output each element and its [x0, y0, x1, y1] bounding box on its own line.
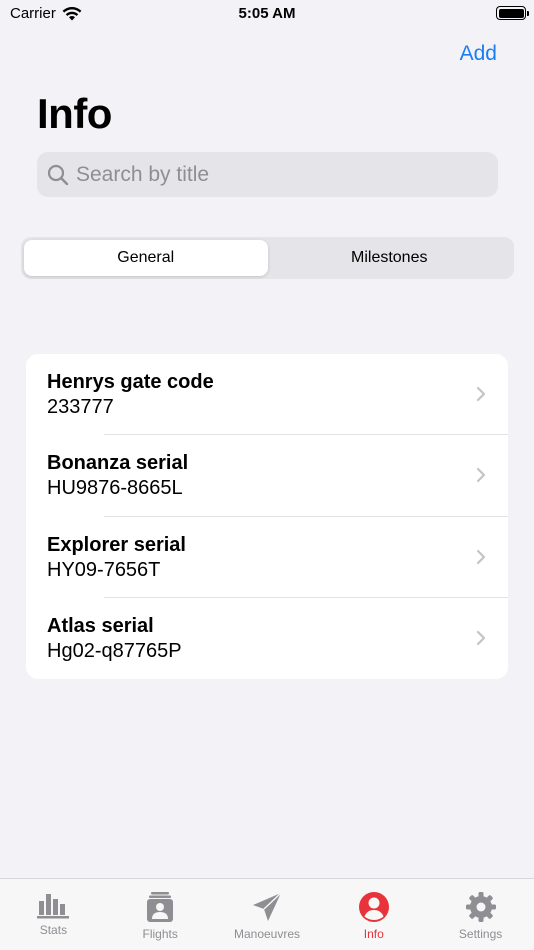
logbook-icon — [147, 892, 174, 922]
tab-label: Info — [363, 927, 384, 941]
search-bar[interactable] — [37, 152, 498, 197]
list-item[interactable]: Bonanza serial HU9876-8665L — [26, 435, 508, 517]
chevron-right-icon — [476, 549, 486, 564]
segment-general[interactable]: General — [24, 240, 268, 276]
status-time: 5:05 AM — [238, 5, 296, 22]
item-title: Bonanza serial — [47, 452, 189, 475]
tab-label: Settings — [458, 927, 503, 941]
tab-label: Manoeuvres — [233, 927, 301, 941]
chevron-right-icon — [476, 386, 486, 402]
person-circle-icon — [358, 892, 389, 922]
tab-manoeuvres[interactable]: Manoeuvres — [214, 879, 321, 950]
list-item[interactable]: Explorer serial HY09-7656T — [26, 517, 508, 598]
tab-label: Flights — [142, 927, 178, 941]
status-bar: Carrier 5:05 AM — [0, 0, 534, 30]
battery-icon — [496, 6, 529, 20]
segment-milestones[interactable]: Milestones — [268, 240, 512, 276]
tab-stats[interactable]: Stats — [0, 879, 107, 950]
tab-settings[interactable]: Settings — [427, 879, 534, 950]
tab-info[interactable]: Info — [320, 879, 427, 950]
item-title: Explorer serial — [47, 533, 186, 556]
bar-chart-icon — [37, 894, 70, 919]
add-button[interactable]: Add — [460, 42, 497, 66]
item-title: Atlas serial — [47, 614, 154, 637]
chevron-right-icon — [476, 630, 486, 645]
tab-bar: Stats Flights Manoeuvres Info Settings — [0, 878, 534, 950]
tab-flights[interactable]: Flights — [107, 879, 214, 950]
list-item[interactable]: Atlas serial Hg02-q87765P — [26, 598, 508, 679]
page-title: Info — [37, 90, 112, 137]
tab-label: Stats — [39, 923, 68, 937]
info-list: Henrys gate code 233777 Bonanza serial H… — [26, 354, 508, 679]
list-item[interactable]: Henrys gate code 233777 — [26, 354, 508, 436]
item-value: Hg02-q87765P — [47, 639, 182, 662]
item-value: HU9876-8665L — [47, 477, 183, 500]
chevron-right-icon — [476, 468, 486, 483]
item-title: Henrys gate code — [47, 371, 214, 393]
search-input[interactable] — [76, 162, 476, 187]
item-value: 233777 — [47, 396, 114, 418]
search-icon — [47, 164, 69, 185]
segmented-control: General Milestones — [21, 237, 514, 279]
paper-plane-icon — [252, 892, 282, 921]
item-value: HY09-7656T — [47, 558, 161, 581]
gear-icon — [465, 892, 496, 922]
